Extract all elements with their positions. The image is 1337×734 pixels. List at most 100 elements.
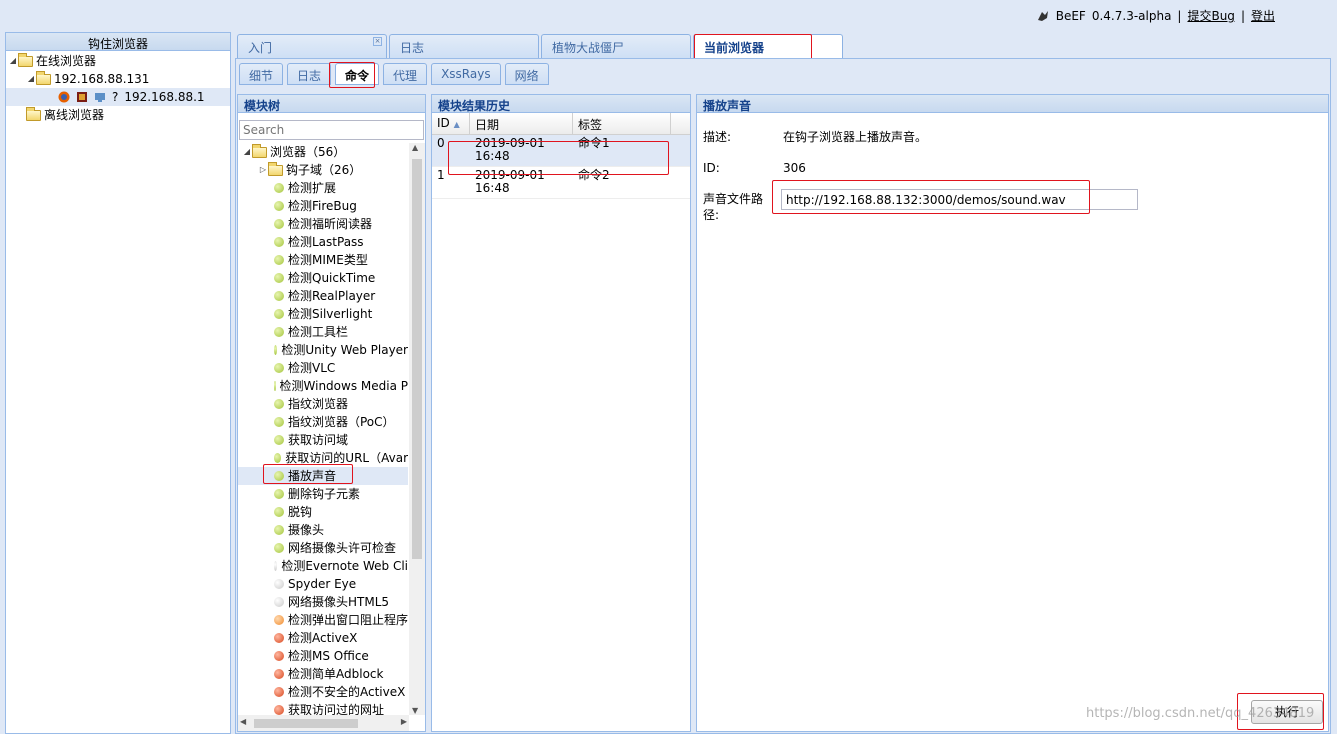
module-items: 检测扩展 检测FireBug 检测福昕阅读器 检测LastPass 检测MIME类型 检测…: [238, 179, 408, 715]
history-grid-header: ID ▲ 日期 标签: [432, 113, 690, 135]
subtab-logs[interactable]: 日志: [287, 63, 332, 85]
module-item[interactable]: 检测MIME类型: [238, 251, 408, 269]
logout-link[interactable]: 登出: [1251, 7, 1275, 24]
module-item[interactable]: 获取访问过的网址: [238, 701, 408, 715]
module-item[interactable]: Spyder Eye: [238, 575, 408, 593]
col-date-header[interactable]: 日期: [470, 113, 573, 134]
status-red-icon: [274, 705, 284, 715]
tab-pvz[interactable]: 植物大战僵尸: [541, 34, 691, 58]
sub-tab-strip: 细节 日志 命令 代理 XssRays 网络: [239, 63, 549, 85]
submit-bug-link[interactable]: 提交Bug: [1187, 7, 1234, 24]
module-item[interactable]: 检测LastPass: [238, 233, 408, 251]
status-red-icon: [274, 687, 284, 697]
status-green-icon: [274, 201, 284, 211]
module-item[interactable]: 检测Unity Web Player: [238, 341, 408, 359]
sound-path-input[interactable]: [781, 189, 1138, 210]
module-item[interactable]: 检测FireBug: [238, 197, 408, 215]
id-label: ID:: [703, 161, 720, 175]
description-label: 描述:: [703, 130, 732, 144]
module-item[interactable]: 网络摄像头许可检查: [238, 539, 408, 557]
module-item[interactable]: 检测Silverlight: [238, 305, 408, 323]
tree-hooked-domain[interactable]: ▷ 钩子域（26）: [238, 161, 408, 179]
module-item[interactable]: 检测RealPlayer: [238, 287, 408, 305]
subtab-commands[interactable]: 命令: [335, 63, 380, 85]
module-item[interactable]: 检测MS Office: [238, 647, 408, 665]
subtab-proxy[interactable]: 代理: [383, 63, 428, 85]
tab-getting-started[interactable]: 入门 ×: [237, 34, 387, 58]
subtab-xssrays[interactable]: XssRays: [431, 63, 501, 85]
module-item[interactable]: 获取访问的URL（Avar: [238, 449, 408, 467]
status-green-icon: [274, 183, 284, 193]
scroll-left-icon[interactable]: ◀: [240, 717, 246, 726]
module-item[interactable]: 删除钩子元素: [238, 485, 408, 503]
module-detail-panel: 播放声音 描述: 在钩子浏览器上播放声音。 ID: 306 声音文件路径: 执行: [696, 94, 1329, 732]
history-row[interactable]: 0 2019-09-01 16:48 命令1: [432, 135, 690, 167]
col-label-header[interactable]: 标签: [573, 113, 671, 134]
scroll-right-icon[interactable]: ▶: [401, 717, 407, 726]
expand-triangle-icon[interactable]: ◢: [242, 143, 252, 161]
module-list: ◢ 浏览器（56） ▷ 钩子域（26） 检测扩展 检测FireBug 检测福昕阅读器…: [238, 143, 408, 715]
history-row[interactable]: 1 2019-09-01 16:48 命令2: [432, 167, 690, 199]
module-item[interactable]: 获取访问域: [238, 431, 408, 449]
status-green-icon: [274, 471, 284, 481]
main-tab-strip: 入门 × 日志 植物大战僵尸 当前浏览器: [237, 34, 843, 58]
status-green-icon: [274, 453, 282, 463]
module-item[interactable]: 检测VLC: [238, 359, 408, 377]
expand-triangle-icon[interactable]: ◢: [8, 52, 18, 70]
sort-asc-icon: ▲: [453, 120, 460, 129]
status-green-icon: [274, 417, 284, 427]
module-item[interactable]: 指纹浏览器（PoC）: [238, 413, 408, 431]
windows-icon: [95, 93, 105, 102]
scroll-thumb[interactable]: [412, 159, 422, 559]
close-icon[interactable]: ×: [373, 37, 382, 46]
module-item[interactable]: 播放声音: [238, 467, 408, 485]
module-item[interactable]: 检测工具栏: [238, 323, 408, 341]
module-history-panel: 模块结果历史 ID ▲ 日期 标签 0 2019-09-01 16:48 命令1 …: [431, 94, 691, 732]
unknown-icon: ?: [112, 90, 119, 104]
module-item[interactable]: 检测扩展: [238, 179, 408, 197]
tree-online-browsers[interactable]: ◢ 在线浏览器: [8, 52, 230, 70]
status-red-icon: [274, 651, 284, 661]
scroll-up-icon[interactable]: ▲: [412, 143, 418, 152]
detail-title: 播放声音: [697, 95, 1328, 113]
status-green-icon: [274, 255, 284, 265]
id-value: 306: [783, 161, 806, 175]
folder-icon: [252, 143, 267, 158]
expand-triangle-icon[interactable]: ◢: [26, 70, 36, 88]
tree-offline-browsers[interactable]: 离线浏览器: [8, 106, 230, 124]
app-version: 0.4.7.3-alpha: [1091, 8, 1172, 23]
module-item[interactable]: 脱钩: [238, 503, 408, 521]
module-horizontal-scrollbar[interactable]: ◀ ▶: [238, 715, 409, 731]
module-item[interactable]: 检测Evernote Web Cli: [238, 557, 408, 575]
tab-current-browser[interactable]: 当前浏览器: [693, 34, 843, 58]
module-item[interactable]: 摄像头: [238, 521, 408, 539]
scroll-thumb-h[interactable]: [254, 719, 358, 728]
module-item[interactable]: 网络摄像头HTML5: [238, 593, 408, 611]
col-id-header[interactable]: ID ▲: [432, 113, 470, 134]
tree-browser-category[interactable]: ◢ 浏览器（56）: [238, 143, 408, 161]
subtab-network[interactable]: 网络: [504, 63, 549, 85]
status-green-icon: [274, 543, 284, 553]
module-item[interactable]: 检测Windows Media P: [238, 377, 408, 395]
module-tree-title: 模块树: [238, 95, 425, 113]
module-item[interactable]: 检测简单Adblock: [238, 665, 408, 683]
module-item[interactable]: 检测ActiveX: [238, 629, 408, 647]
tree-host[interactable]: ◢ 192.168.88.131: [8, 70, 230, 88]
module-item[interactable]: 检测弹出窗口阻止程序: [238, 611, 408, 629]
status-green-icon: [274, 345, 278, 355]
scroll-down-icon[interactable]: ▼: [412, 706, 418, 715]
status-green-icon: [274, 291, 284, 301]
module-item[interactable]: 检测QuickTime: [238, 269, 408, 287]
collapse-triangle-icon[interactable]: ▷: [258, 161, 268, 179]
status-green-icon: [274, 309, 284, 319]
subtab-details[interactable]: 细节: [239, 63, 284, 85]
tree-browser-item[interactable]: ? 192.168.88.1: [6, 88, 230, 106]
tab-logs[interactable]: 日志: [389, 34, 539, 58]
module-vertical-scrollbar[interactable]: ▲ ▼: [409, 143, 425, 715]
module-item[interactable]: 指纹浏览器: [238, 395, 408, 413]
folder-icon: [26, 106, 41, 121]
module-item[interactable]: 检测不安全的ActiveX: [238, 683, 408, 701]
module-search-input[interactable]: [239, 120, 424, 140]
module-item[interactable]: 检测福昕阅读器: [238, 215, 408, 233]
hooked-browsers-panel: 钩住浏览器 ◢ 在线浏览器 ◢ 192.168.88.131 ? 192.168…: [5, 32, 231, 734]
